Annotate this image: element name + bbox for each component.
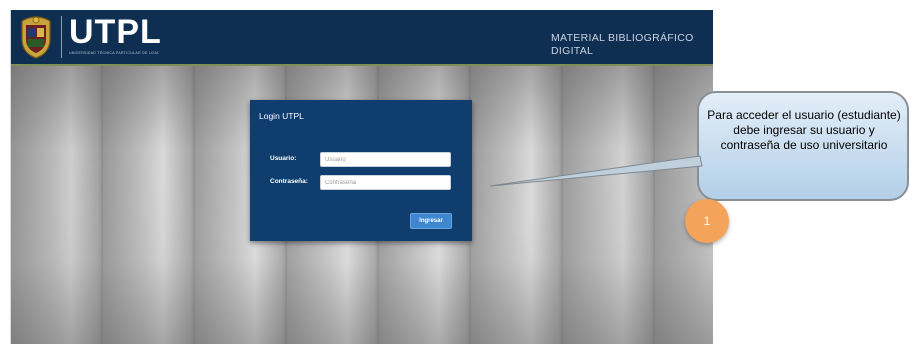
login-panel: Login UTPL Usuario: Contraseña: Ingresar — [250, 100, 472, 241]
app-title-line1: MATERIAL BIBLIOGRÁFICO — [551, 32, 694, 44]
logo-divider — [61, 16, 62, 58]
username-label: Usuario: — [270, 155, 297, 162]
header-bar: UTPL UNIVERSIDAD TÉCNICA PARTICULAR DE L… — [11, 10, 713, 66]
password-input[interactable] — [320, 175, 451, 190]
utpl-logo: UTPL — [69, 13, 162, 51]
university-crest-icon — [21, 16, 51, 59]
username-input[interactable] — [320, 152, 451, 167]
password-label: Contraseña: — [270, 178, 308, 185]
callout-text: Para acceder el usuario (estudiante) deb… — [707, 108, 901, 152]
logo-subtitle: UNIVERSIDAD TÉCNICA PARTICULAR DE LOJA — [69, 51, 159, 55]
callout-pointer — [489, 155, 703, 187]
step-number-badge: 1 — [685, 199, 729, 243]
app-title-line2: DIGITAL — [551, 45, 594, 57]
app-title: MATERIAL BIBLIOGRÁFICO DIGITAL — [551, 32, 694, 58]
login-title: Login UTPL — [259, 111, 304, 121]
ingresar-button[interactable]: Ingresar — [410, 213, 452, 229]
